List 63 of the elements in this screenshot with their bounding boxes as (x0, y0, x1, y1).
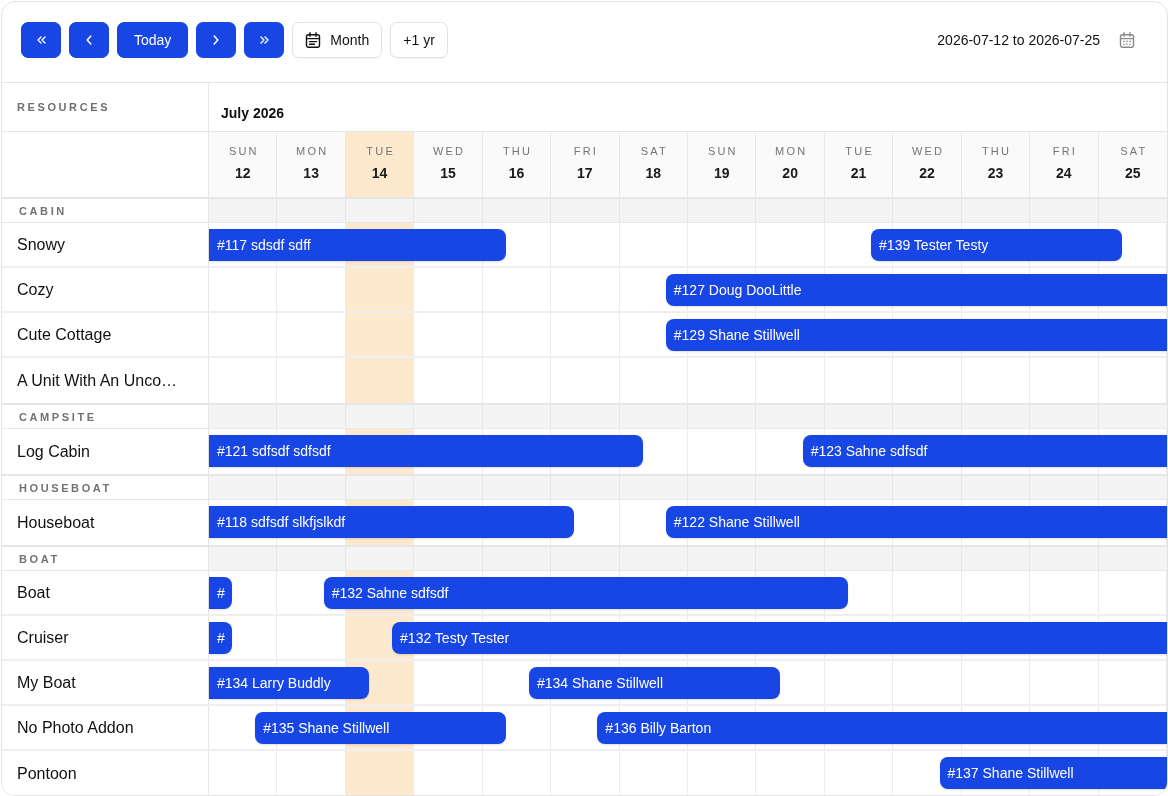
calendar-button[interactable] (1119, 32, 1135, 48)
booking-bar[interactable]: #134 Larry Buddly (209, 667, 370, 699)
day-number: 16 (508, 165, 525, 182)
booking-bar[interactable]: #127 Doug DooLittle (665, 274, 1167, 306)
weekday-label: FRI (573, 145, 599, 157)
extend-year-button[interactable]: +1 yr (390, 22, 448, 58)
weekday-label: THU (502, 145, 533, 157)
day-number: 13 (303, 165, 319, 182)
calendar-icon (305, 32, 322, 48)
booking-bar[interactable]: #132 Sahne sdfsdf (323, 577, 849, 609)
booking-bar[interactable]: #139 Tester Testy (871, 229, 1122, 261)
day-number: 12 (234, 165, 251, 182)
booking-bar[interactable]: #122 Shane Stillwell (665, 506, 1167, 538)
day-number: 20 (782, 165, 798, 182)
weekday-label: WED (911, 145, 945, 157)
booking-bar[interactable]: #137 Shane Stillwell (939, 757, 1167, 789)
weekday-label: SAT (640, 145, 668, 157)
month-label: July 2026 (220, 104, 286, 123)
jump-forward-button[interactable] (244, 22, 285, 58)
booking-bar[interactable]: #129 Shane Stillwell (665, 319, 1167, 351)
day-number: 24 (1056, 165, 1072, 182)
weekday-label: MON (775, 145, 808, 157)
day-number: 18 (645, 165, 662, 182)
resource-name: Pontoon (2, 751, 209, 795)
weekday-label: THU (981, 145, 1012, 157)
booking-bar[interactable]: #117 sdsdf sdff (209, 229, 506, 261)
day-number: 25 (1125, 165, 1141, 182)
today-button[interactable]: Today (117, 22, 189, 58)
booking-bar[interactable]: # (209, 577, 233, 609)
day-number: 21 (850, 165, 867, 182)
day-number: 19 (713, 165, 730, 182)
day-number: 15 (440, 165, 456, 182)
chevron-left-icon (86, 35, 92, 45)
weekday-label: SUN (707, 145, 738, 157)
booking-bar[interactable]: #123 Sahne sdfsdf (802, 435, 1167, 467)
double-chevron-right-icon (259, 36, 269, 44)
month-view-button[interactable]: Month (292, 22, 383, 58)
booking-bar[interactable]: # (209, 622, 233, 654)
day-number: 22 (919, 165, 935, 182)
double-chevron-left-icon (36, 36, 46, 44)
previous-button[interactable] (69, 22, 109, 58)
booking-bar[interactable]: #134 Shane Stillwell (528, 667, 780, 699)
day-number: 17 (577, 165, 593, 182)
day-number: 14 (371, 165, 388, 182)
booking-bar[interactable]: #118 sdfsdf slkfjslkdf (209, 506, 575, 538)
booking-bar[interactable]: #135 Shane Stillwell (255, 712, 506, 744)
booking-bar[interactable]: #121 sdfsdf sdfsdf (209, 435, 643, 467)
weekday-label: TUE (366, 145, 395, 157)
date-range-text: 2026-07-12 to 2026-07-25 (937, 32, 1100, 48)
weekday-label: MON (296, 145, 329, 157)
weekday-label: WED (432, 145, 466, 157)
weekday-label: TUE (845, 145, 874, 157)
next-button[interactable] (196, 22, 237, 58)
booking-bar[interactable]: #132 Testy Tester (392, 622, 1167, 654)
calendar-icon (1119, 32, 1135, 48)
weekday-label: SAT (1120, 145, 1148, 157)
weekday-label: FRI (1052, 145, 1078, 157)
day-number: 23 (987, 165, 1004, 182)
booking-bar[interactable]: #136 Billy Barton (597, 712, 1167, 744)
chevron-right-icon (213, 35, 220, 45)
resources-heading: RESOURCES (2, 83, 209, 131)
weekday-label: SUN (228, 145, 259, 157)
jump-back-button[interactable] (21, 22, 61, 58)
